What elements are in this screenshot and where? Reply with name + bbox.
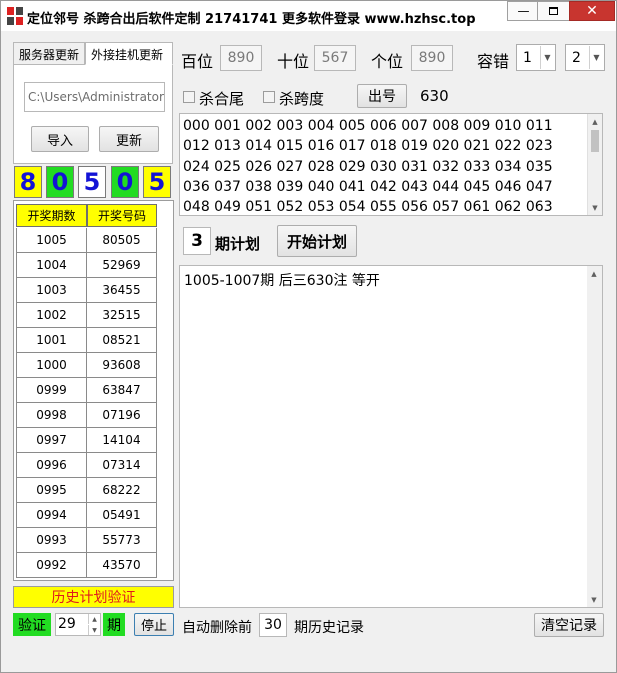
tolerance-select-a[interactable]: 1 ▼ — [516, 44, 556, 71]
maximize-icon — [549, 7, 558, 15]
plan-scrollbar[interactable]: ▲ ▼ — [587, 266, 602, 607]
kill-span-checkbox[interactable] — [263, 91, 275, 103]
history-period-cell: 1001 — [16, 328, 87, 353]
history-period-cell: 1004 — [16, 253, 87, 278]
history-number-cell: 52969 — [87, 253, 157, 278]
minimize-icon: — — [517, 4, 530, 18]
stepper-down-icon[interactable]: ▼ — [88, 625, 100, 635]
chevron-down-icon: ▼ — [540, 46, 554, 69]
column-header-number: 开奖号码 — [87, 204, 157, 227]
app-icon — [7, 7, 23, 25]
history-number-cell: 68222 — [87, 478, 157, 503]
history-number-cell: 63847 — [87, 378, 157, 403]
title-bar: 定位邻号 杀跨合出后软件定制 21741741 更多软件登录 www.hzhsc… — [1, 1, 616, 31]
plan-periods-label: 期计划 — [215, 235, 261, 253]
draw-digit-5: 5 — [143, 166, 171, 198]
kill-sum-tail-checkbox[interactable] — [183, 91, 195, 103]
chevron-down-icon: ▼ — [589, 46, 603, 69]
result-count: 630 — [420, 87, 449, 105]
scroll-down-icon[interactable]: ▼ — [588, 200, 602, 215]
column-header-period: 开奖期数 — [16, 204, 87, 227]
tens-label: 十位 — [277, 52, 310, 71]
hundreds-label: 百位 — [181, 52, 214, 71]
app-window: 定位邻号 杀跨合出后软件定制 21741741 更多软件登录 www.hzhsc… — [0, 0, 617, 673]
stop-button[interactable]: 停止 — [134, 613, 174, 636]
verify-period-stepper[interactable]: 29 ▲ ▼ — [55, 613, 101, 636]
close-button[interactable]: ✕ — [569, 1, 615, 21]
kill-span-label: 杀跨度 — [279, 90, 325, 108]
plan-result-line: 1005-1007期 后三630注 等开 — [184, 273, 380, 289]
scroll-thumb[interactable] — [591, 130, 599, 152]
window-title: 定位邻号 杀跨合出后软件定制 21741741 更多软件登录 www.hzhsc… — [27, 12, 476, 27]
tens-field[interactable]: 567 — [314, 45, 356, 71]
output-button[interactable]: 出号 — [357, 84, 407, 108]
history-number-cell: 05491 — [87, 503, 157, 528]
history-period-cell: 0998 — [16, 403, 87, 428]
units-field[interactable]: 890 — [411, 45, 453, 71]
history-period-cell: 0999 — [16, 378, 87, 403]
history-number-cell: 93608 — [87, 353, 157, 378]
numbers-text: 000 001 002 003 004 005 006 007 008 009 … — [183, 118, 553, 216]
tolerance-a-value: 1 — [523, 50, 532, 66]
verify-label: 验证 — [13, 613, 51, 636]
history-number-cell: 07314 — [87, 453, 157, 478]
history-number-cell: 08521 — [87, 328, 157, 353]
tab-server-update[interactable]: 服务器更新 — [13, 42, 85, 65]
history-table[interactable]: 开奖期数 开奖号码 1005 80505 1004 52969 1003 36455 100… — [13, 200, 174, 581]
import-button[interactable]: 导入 — [31, 126, 89, 152]
period-label: 期 — [103, 613, 125, 636]
history-verify-title: 历史计划验证 — [13, 586, 174, 608]
draw-digit-3: 5 — [78, 166, 106, 198]
history-number-cell: 14104 — [87, 428, 157, 453]
hundreds-field[interactable]: 890 — [220, 45, 262, 71]
tolerance-select-b[interactable]: 2 ▼ — [565, 44, 605, 71]
tolerance-b-value: 2 — [572, 50, 581, 66]
plan-output[interactable]: 1005-1007期 后三630注 等开 ▲ ▼ — [179, 265, 603, 608]
history-number-cell: 07196 — [87, 403, 157, 428]
verify-period-value: 29 — [58, 616, 76, 632]
tab-panel: C:\Users\Administrator\ 导入 更新 — [13, 64, 173, 164]
history-record-label: 期历史记录 — [294, 620, 364, 636]
minimize-button[interactable]: — — [507, 1, 540, 21]
draw-digit-2: 0 — [46, 166, 74, 198]
draw-digit-1: 8 — [14, 166, 42, 198]
clear-records-button[interactable]: 清空记录 — [534, 613, 604, 637]
scroll-down-icon[interactable]: ▼ — [587, 592, 601, 607]
history-period-cell: 0993 — [16, 528, 87, 553]
numbers-scrollbar[interactable]: ▲ ▼ — [587, 114, 602, 215]
history-period-cell: 1003 — [16, 278, 87, 303]
start-plan-button[interactable]: 开始计划 — [277, 225, 357, 257]
history-period-cell: 0996 — [16, 453, 87, 478]
tab-external-update[interactable]: 外接挂机更新 — [85, 42, 173, 65]
history-number-cell: 55773 — [87, 528, 157, 553]
close-icon: ✕ — [586, 3, 598, 19]
history-number-cell: 80505 — [87, 228, 157, 253]
scroll-up-icon[interactable]: ▲ — [587, 266, 601, 281]
path-input[interactable]: C:\Users\Administrator\ — [24, 82, 165, 112]
scroll-up-icon[interactable]: ▲ — [588, 114, 602, 129]
draw-digit-4: 0 — [111, 166, 139, 198]
history-period-cell: 0994 — [16, 503, 87, 528]
stepper-up-icon[interactable]: ▲ — [88, 614, 100, 624]
history-number-cell: 36455 — [87, 278, 157, 303]
auto-delete-label: 自动删除前 — [182, 620, 252, 636]
maximize-button[interactable] — [537, 1, 570, 21]
units-label: 个位 — [371, 52, 404, 71]
history-period-cell: 0995 — [16, 478, 87, 503]
plan-periods-field[interactable]: 3 — [183, 227, 211, 255]
update-button[interactable]: 更新 — [99, 126, 159, 152]
history-period-cell: 1002 — [16, 303, 87, 328]
kill-sum-tail-label: 杀合尾 — [199, 90, 245, 108]
history-period-cell: 0997 — [16, 428, 87, 453]
tolerance-label: 容错 — [477, 52, 510, 71]
history-number-cell: 43570 — [87, 553, 157, 578]
history-period-cell: 0992 — [16, 553, 87, 578]
auto-delete-field[interactable]: 30 — [259, 613, 287, 637]
numbers-textarea[interactable]: 000 001 002 003 004 005 006 007 008 009 … — [179, 113, 603, 216]
history-number-cell: 32515 — [87, 303, 157, 328]
history-period-cell: 1000 — [16, 353, 87, 378]
history-period-cell: 1005 — [16, 228, 87, 253]
